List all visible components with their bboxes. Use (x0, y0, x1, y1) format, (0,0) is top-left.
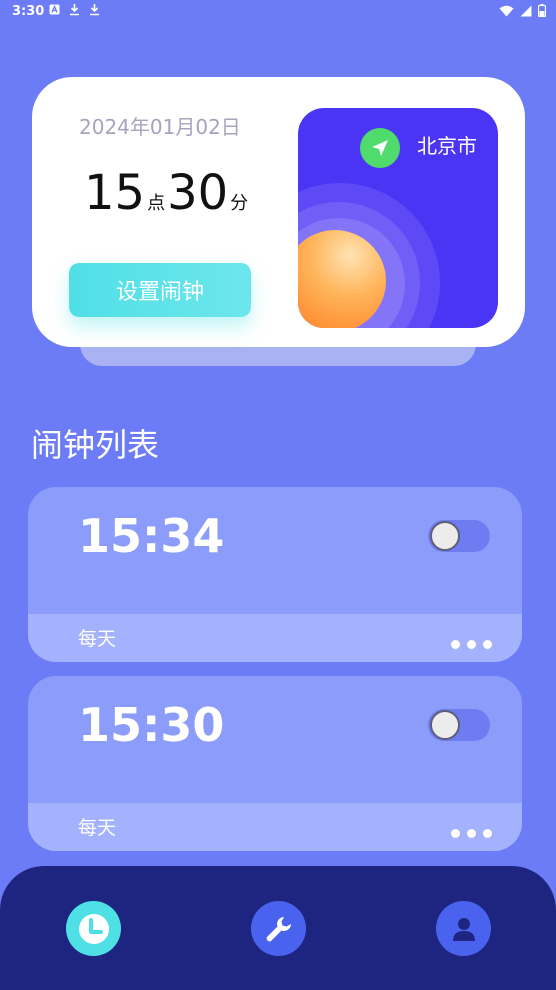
alarm-time: 15:30 (78, 698, 225, 752)
alarm-repeat: 每天 (78, 628, 117, 650)
location-button[interactable] (360, 128, 400, 168)
nav-profile-tab[interactable] (436, 901, 491, 956)
toggle-knob (430, 710, 460, 740)
alarm-repeat: 每天 (78, 817, 117, 839)
current-time: 15 点 30 分 (84, 169, 250, 217)
signal-icon (520, 5, 532, 16)
status-icons-left (49, 3, 100, 16)
clock-icon (78, 913, 109, 944)
set-alarm-button[interactable]: 设置闹钟 (69, 263, 251, 317)
weather-panel: 北京市 (298, 108, 498, 328)
status-bar: 3:30 (0, 0, 556, 24)
battery-icon (538, 4, 546, 17)
current-date: 2024年01月02日 (79, 115, 241, 139)
minute-value: 30 (167, 165, 229, 221)
minute-unit: 分 (230, 193, 249, 214)
notification-a-icon (49, 4, 60, 15)
city-label: 北京市 (417, 134, 477, 158)
download-icon (70, 4, 79, 16)
nav-clock-tab[interactable] (66, 901, 121, 956)
user-icon (452, 917, 475, 941)
download-icon (90, 4, 99, 16)
wrench-icon (266, 916, 291, 941)
status-icons-right (499, 4, 546, 17)
alarm-item[interactable]: 15:30 每天 (28, 676, 522, 851)
hour-unit: 点 (147, 193, 166, 214)
more-options-icon[interactable] (451, 829, 492, 838)
status-time: 3:30 (12, 4, 45, 19)
alarm-toggle[interactable] (428, 709, 490, 741)
alarm-item[interactable]: 15:34 每天 (28, 487, 522, 662)
hour-value: 15 (84, 165, 146, 221)
alarm-toggle[interactable] (428, 520, 490, 552)
nav-tools-tab[interactable] (251, 901, 306, 956)
location-arrow-icon (372, 140, 388, 156)
alarm-list-title: 闹钟列表 (31, 426, 160, 464)
bottom-nav (0, 866, 556, 990)
toggle-knob (430, 521, 460, 551)
wifi-icon (499, 5, 514, 16)
clock-card: 2024年01月02日 15 点 30 分 设置闹钟 北京市 (32, 77, 525, 347)
alarm-time: 15:34 (78, 509, 225, 563)
more-options-icon[interactable] (451, 640, 492, 649)
